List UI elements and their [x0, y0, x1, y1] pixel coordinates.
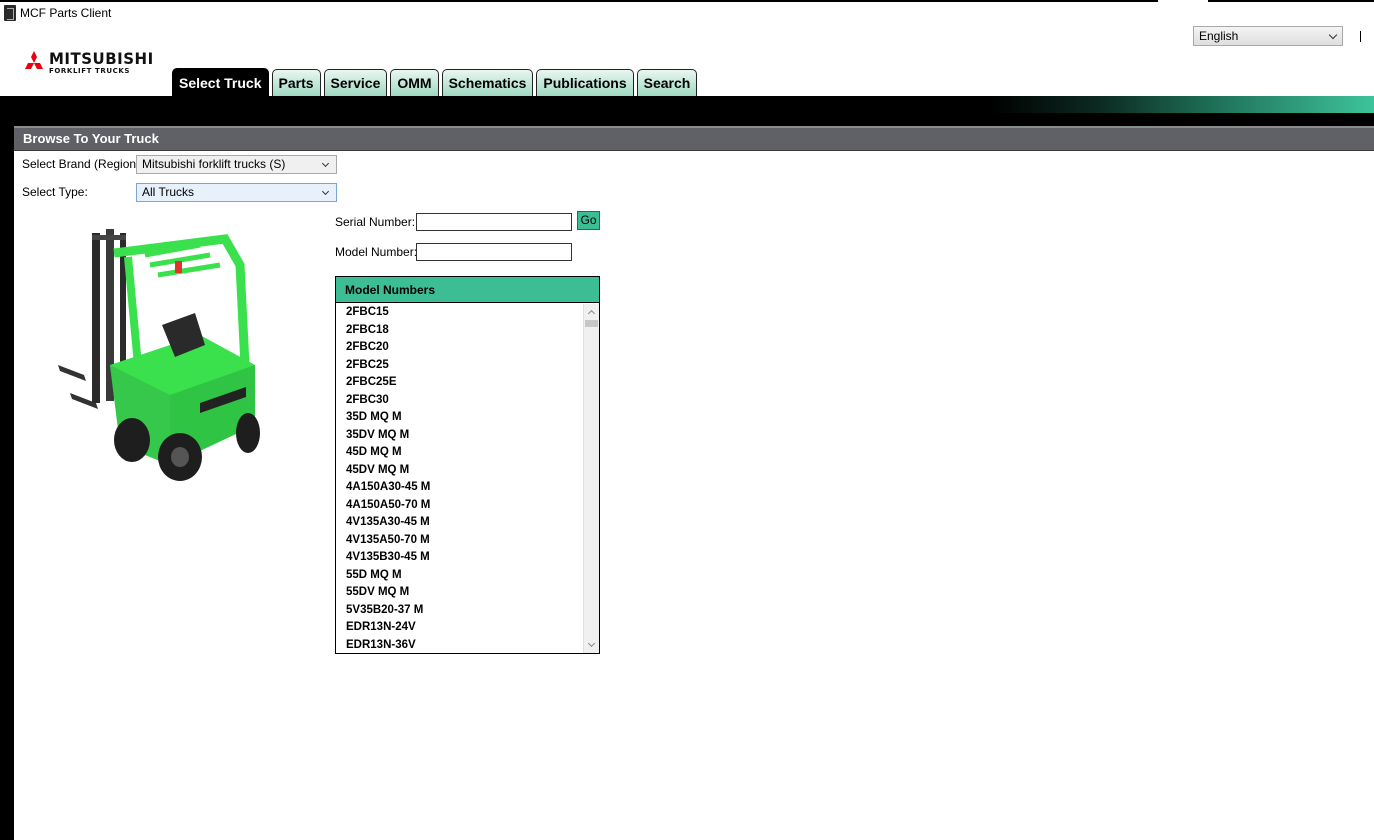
left-border: [0, 126, 14, 840]
tab-omm[interactable]: OMM: [390, 69, 439, 96]
list-item[interactable]: 4V135A50-70 M: [336, 532, 583, 550]
model-number-input[interactable]: [416, 243, 572, 261]
title-bar: MCF Parts Client: [0, 2, 1374, 24]
chevron-down-icon: [1328, 30, 1338, 40]
model-label: Model Number:: [335, 245, 418, 259]
list-item[interactable]: 55DV MQ M: [336, 584, 583, 602]
panel-divider: [14, 150, 1374, 151]
list-item[interactable]: 4V135B30-45 M: [336, 549, 583, 567]
list-item[interactable]: EDR13N-36V: [336, 637, 583, 654]
forklift-image: [58, 229, 260, 481]
scroll-thumb[interactable]: [585, 320, 598, 327]
scroll-up-icon[interactable]: [587, 309, 596, 318]
list-item[interactable]: 35D MQ M: [336, 409, 583, 427]
tab-publications[interactable]: Publications: [536, 69, 634, 96]
list-item[interactable]: 2FBC25: [336, 357, 583, 375]
model-list-scrollbar[interactable]: [583, 304, 599, 653]
list-item[interactable]: 4V135A30-45 M: [336, 514, 583, 532]
list-item[interactable]: 4A150A50-70 M: [336, 497, 583, 515]
list-item[interactable]: 45D MQ M: [336, 444, 583, 462]
list-item[interactable]: 2FBC18: [336, 322, 583, 340]
tab-select-truck[interactable]: Select Truck: [172, 68, 269, 96]
model-numbers-panel: Model Numbers 2FBC15 2FBC18 2FBC20 2FBC2…: [335, 276, 600, 654]
language-select-value: English: [1199, 29, 1239, 43]
chevron-down-icon: [321, 159, 330, 168]
list-item[interactable]: 55D MQ M: [336, 567, 583, 585]
list-item[interactable]: EDR13N-24V: [336, 619, 583, 637]
scroll-down-icon[interactable]: [587, 639, 596, 648]
tab-parts[interactable]: Parts: [271, 69, 321, 96]
chevron-down-icon: [321, 187, 330, 196]
window-title: MCF Parts Client: [20, 6, 112, 20]
mitsubishi-logo: MITSUBISHI FORKLIFT TRUCKS: [22, 50, 154, 76]
brand-label: Select Brand (Region):: [22, 157, 144, 171]
main-tabs: Select Truck Parts Service OMM Schematic…: [172, 68, 700, 96]
type-select[interactable]: All Trucks: [136, 183, 337, 202]
list-item[interactable]: 35DV MQ M: [336, 427, 583, 445]
three-diamonds-icon: [25, 51, 43, 69]
list-item[interactable]: 45DV MQ M: [336, 462, 583, 480]
logo-main-text: MITSUBISHI: [49, 49, 154, 68]
go-button[interactable]: Go: [577, 211, 600, 230]
header-bar: [0, 96, 1374, 113]
serial-number-input[interactable]: [416, 213, 572, 231]
serial-label: Serial Number:: [335, 215, 416, 229]
tab-schematics[interactable]: Schematics: [441, 69, 534, 96]
language-separator: [1360, 31, 1361, 42]
language-select[interactable]: English: [1193, 26, 1343, 46]
list-item[interactable]: 2FBC15: [336, 304, 583, 322]
tab-service[interactable]: Service: [323, 69, 388, 96]
list-item[interactable]: 4A150A30-45 M: [336, 479, 583, 497]
brand-select[interactable]: Mitsubishi forklift trucks (S): [136, 155, 337, 174]
app-icon: [4, 5, 16, 21]
list-item[interactable]: 2FBC20: [336, 339, 583, 357]
model-numbers-list: 2FBC15 2FBC18 2FBC20 2FBC25 2FBC25E 2FBC…: [336, 304, 583, 653]
tab-search[interactable]: Search: [636, 69, 698, 96]
list-item[interactable]: 5V35B20-37 M: [336, 602, 583, 620]
model-numbers-header: Model Numbers: [336, 277, 599, 303]
panel-title: Browse To Your Truck: [14, 126, 1374, 150]
brand-select-value: Mitsubishi forklift trucks (S): [142, 157, 286, 171]
header-band: [0, 113, 1374, 126]
list-item[interactable]: 2FBC25E: [336, 374, 583, 392]
type-label: Select Type:: [22, 185, 88, 199]
list-item[interactable]: 2FBC30: [336, 392, 583, 410]
type-select-value: All Trucks: [142, 185, 195, 199]
logo-sub-text: FORKLIFT TRUCKS: [49, 66, 131, 75]
